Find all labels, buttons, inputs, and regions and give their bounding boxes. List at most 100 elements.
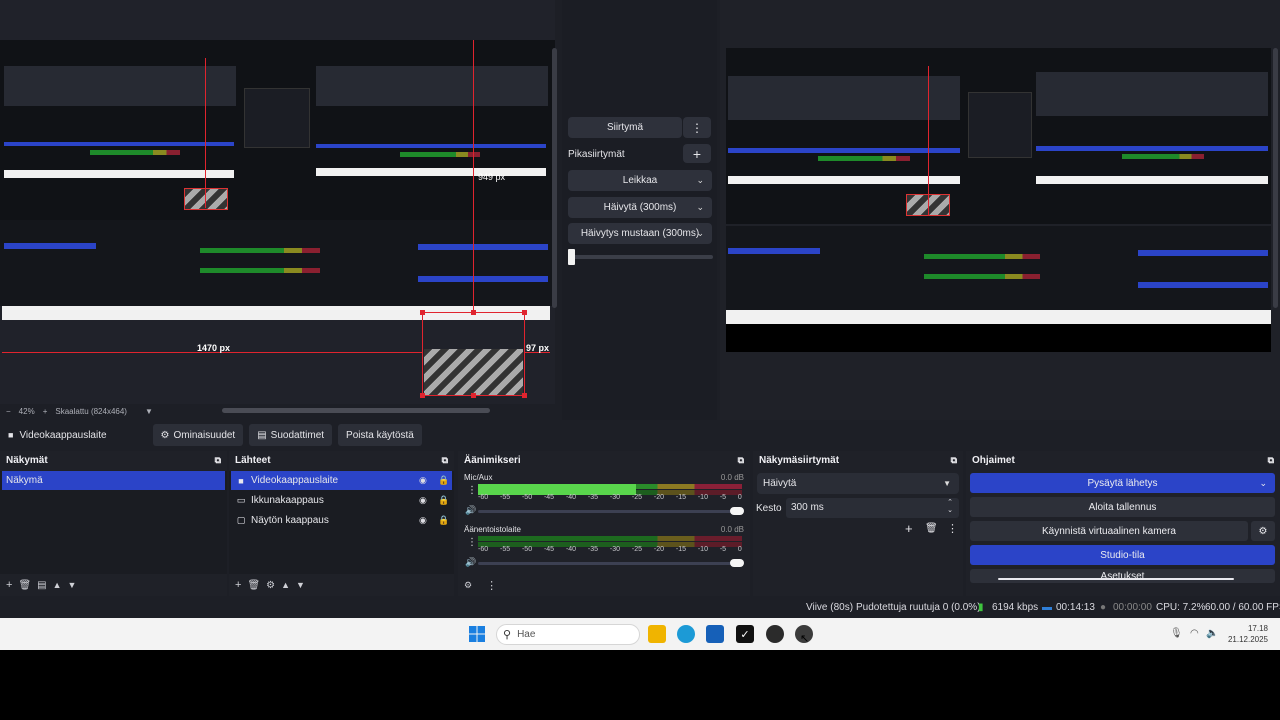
trash-icon[interactable]: 🗑 [925,523,938,534]
tbar-track[interactable] [568,255,713,259]
add-quick-transition-icon[interactable]: + [683,144,711,163]
streaming-icon: ▬ [1042,602,1052,613]
signal-bars-icon: ▮ [978,602,984,613]
source-context-bar: ■ Videokaappauslaite ⚙ Ominaisuudet ▤ Su… [0,422,1280,448]
undock-icon[interactable]: ⧉ [738,455,744,466]
properties-button[interactable]: ⚙ Ominaisuudet [152,424,244,446]
lock-icon[interactable]: 🔒 [438,475,449,486]
filter-icon[interactable]: ▤ [37,580,46,591]
lock-icon[interactable]: 🔒 [438,515,449,526]
channel-menu-icon[interactable]: ⋮ [467,537,477,548]
move-up-icon[interactable]: ▲ [281,580,290,590]
filters-button[interactable]: ▤ Suodattimet [249,424,333,446]
duration-spinbox[interactable]: 300 ms ⌃ ⌄ [786,498,959,518]
chevron-down-icon[interactable]: ⌄ [1259,478,1267,489]
file-explorer-icon[interactable] [648,625,666,643]
list-item[interactable]: ▢ Näytön kaappaus ◉ 🔒 [231,511,452,530]
preview-area: 1470 px 97 px 949 px − 42% + Skaalattu (… [0,0,1280,420]
eye-icon[interactable]: ◉ [419,475,427,486]
zoom-in-button[interactable]: + [43,407,48,416]
edge-browser-icon[interactable] [677,625,695,643]
sources-dock-header: Lähteet ⧉ [235,454,448,466]
stop-stream-button[interactable]: Pysäytä lähetys ⌄ [970,473,1275,493]
resize-handle[interactable] [522,393,527,398]
nested-band [1036,146,1268,151]
list-item[interactable]: Näkymä [2,471,225,490]
advanced-audio-icon[interactable]: ⚙ [464,580,472,591]
resize-handle[interactable] [420,310,425,315]
sources-list: ■ Videokaappauslaite ◉ 🔒 ▭ Ikkunakaappau… [229,471,454,574]
mixer-menu-icon[interactable]: ⋮ [486,579,497,592]
start-virtual-camera-button[interactable]: Käynnistä virtuaalinen kamera [970,521,1248,541]
eye-icon[interactable]: ◉ [419,495,427,506]
lock-icon[interactable]: 🔒 [438,495,449,506]
settings-button[interactable]: Asetukset [970,569,1275,583]
undock-icon[interactable]: ⧉ [1268,455,1274,466]
wifi-icon[interactable]: ◠ [1190,628,1199,639]
program-preview [720,0,1280,420]
volume-icon[interactable]: 🔈 [1206,628,1218,639]
eye-icon[interactable]: ◉ [419,515,427,526]
nested-band [4,142,234,146]
obs-icon[interactable] [766,625,784,643]
add-icon[interactable]: + [6,579,12,591]
resize-handle[interactable] [471,393,476,398]
spin-arrows-icon[interactable]: ⌃ ⌄ [947,499,953,515]
preview-scrollbar-vertical[interactable] [552,48,557,308]
microphone-icon[interactable]: 🎙 [1170,628,1183,639]
volume-slider-handle[interactable] [730,559,744,567]
sources-toolbar: + 🗑 ⚙ ▲ ▼ [229,574,454,596]
move-up-icon[interactable]: ▲ [53,580,62,590]
selected-source-bounds[interactable] [420,310,527,398]
zoom-out-button[interactable]: − [6,407,11,416]
taskbar-clock[interactable]: 17.18 21.12.2025 [1228,623,1268,645]
nested-meter [818,156,910,161]
transition-select[interactable]: Häivytä ▼ [757,473,959,494]
deactivate-button[interactable]: Poista käytöstä [338,424,422,446]
resize-handle[interactable] [420,393,425,398]
move-down-icon[interactable]: ▼ [296,580,305,590]
undock-icon[interactable]: ⧉ [215,455,221,466]
preview-scrollbar-horizontal[interactable] [222,408,490,413]
list-item[interactable]: ■ Videokaappauslaite ◉ 🔒 [231,471,452,490]
nested-guide [928,66,929,216]
channel-menu-icon[interactable]: ⋮ [467,485,477,496]
transition-button[interactable]: Siirtymä [568,117,682,138]
volume-slider-handle[interactable] [730,507,744,515]
add-transition-icon[interactable]: + [905,521,913,536]
speaker-icon[interactable]: 🔊 [465,505,476,516]
capcut-icon[interactable]: ✓ [736,625,754,643]
studio-preview[interactable]: 1470 px 97 px 949 px [0,0,555,404]
speaker-icon[interactable]: 🔊 [465,557,476,568]
channel-db: 0.0 dB [720,525,744,534]
volume-slider-mic[interactable] [478,510,740,513]
trash-icon[interactable]: 🗑 [18,580,31,591]
transition-menu-icon[interactable]: ⋮ [683,117,711,138]
studio-mode-button[interactable]: Studio-tila [970,545,1275,565]
taskbar-search[interactable]: ⚲ Hae [496,624,640,645]
quick-transition-cut[interactable]: Leikkaa ⌄ [568,170,712,191]
channel-db: 0.0 dB [720,473,744,482]
store-icon[interactable] [706,625,724,643]
windows-start-icon[interactable] [468,625,486,643]
add-icon[interactable]: + [235,579,241,591]
virtual-camera-settings-icon[interactable]: ⚙ [1251,521,1275,541]
volume-slider-desktop[interactable] [478,562,740,565]
tbar-handle[interactable] [568,249,575,265]
undock-icon[interactable]: ⧉ [951,455,957,466]
gear-icon[interactable]: ⚙ [266,580,275,591]
program-scrollbar-vertical[interactable] [1273,48,1278,308]
list-item[interactable]: ▭ Ikkunakaappaus ◉ 🔒 [231,491,452,510]
scale-dropdown-icon[interactable]: ▼ [145,407,153,416]
trash-icon[interactable]: 🗑 [247,580,260,591]
move-down-icon[interactable]: ▼ [68,580,77,590]
resize-handle[interactable] [471,310,476,315]
resize-handle[interactable] [522,310,527,315]
controls-body: Pysäytä lähetys ⌄ Aloita tallennus Käynn… [966,471,1280,596]
start-recording-button[interactable]: Aloita tallennus [970,497,1275,517]
quick-transition-fade[interactable]: Häivytä (300ms) ⌄ [568,197,712,218]
controls-scrollbar[interactable] [998,578,1234,580]
undock-icon[interactable]: ⧉ [442,455,448,466]
quick-transition-fade-black[interactable]: Häivytys mustaan (300ms) ⌄ [568,223,712,244]
transition-menu-icon[interactable]: ⋮ [947,522,958,535]
